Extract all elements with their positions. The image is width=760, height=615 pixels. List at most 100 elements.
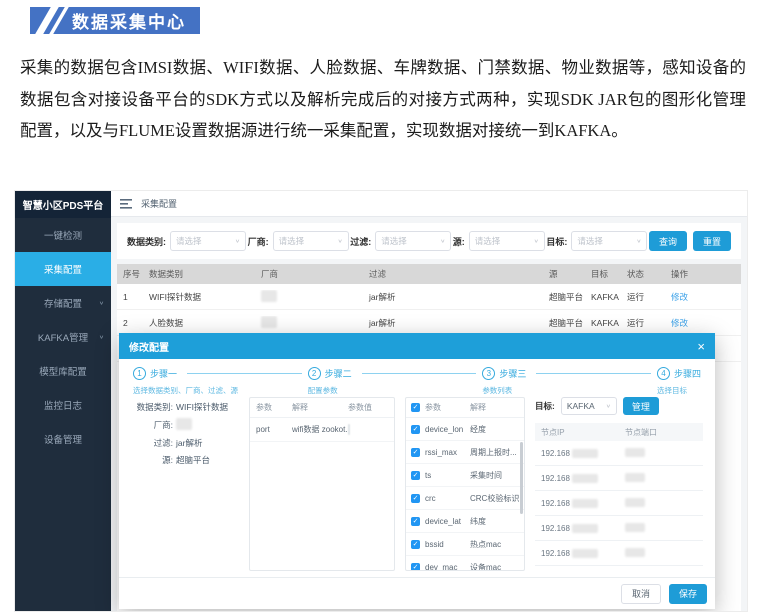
app-screenshot: 智慧小区PDS平台 一键检测 采集配置 存储配置∨ KAFKA管理∨ 模型库配置… [14, 190, 748, 612]
sidebar-item-kafka-manage[interactable]: KAFKA管理∨ [15, 320, 111, 354]
tab-collect-config[interactable]: 采集配置 [141, 197, 177, 210]
topbar: 采集配置 [111, 191, 747, 217]
step-indicator: 1 步骤一 选择数据类别、厂商、过滤、源 2 步骤二 配置参数 [119, 359, 715, 396]
chevron-down-icon: ∨ [235, 238, 240, 244]
step-4: 4 步骤四 选择目标 [657, 367, 701, 396]
step-number: 3 [482, 367, 495, 380]
checkbox[interactable]: ✓ [411, 517, 420, 526]
step-connector [536, 373, 651, 374]
params-panel: 参数 解释 参数值 port wifi数据 zookot... [249, 397, 395, 571]
save-button[interactable]: 保存 [669, 584, 707, 604]
node-table: 节点IP 节点端口 192.168 192.168 192.168 [535, 423, 703, 566]
checklist-row: ✓ crc CRC校验标识 [406, 487, 524, 510]
filter-source: 源: 请选择 ∨ [453, 231, 545, 251]
sidebar-item-one-key-check[interactable]: 一键检测 [15, 218, 111, 252]
checkbox[interactable]: ✓ [411, 448, 420, 457]
edit-link[interactable]: 修改 [665, 291, 741, 303]
manage-button[interactable]: 管理 [623, 397, 659, 415]
redacted-ip [572, 449, 598, 458]
filter-select[interactable]: 请选择 ∨ [375, 231, 451, 251]
node-row: 192.168 [535, 516, 703, 541]
checklist-row: ✓ bssid 热点mac [406, 533, 524, 556]
sidebar-brand: 智慧小区PDS平台 [15, 191, 111, 218]
chevron-down-icon: ∨ [440, 238, 445, 244]
param-row: port wifi数据 zookot... [250, 418, 394, 442]
sidebar-item-monitor-log[interactable]: 监控日志 [15, 388, 111, 422]
checkbox[interactable]: ✓ [411, 425, 420, 434]
source-select[interactable]: 请选择 ∨ [469, 231, 545, 251]
redacted-vendor [176, 418, 192, 430]
vendor-select[interactable]: 请选择 ∨ [273, 231, 349, 251]
category-select[interactable]: 请选择 ∨ [170, 231, 246, 251]
params-header: 参数 解释 参数值 [250, 398, 394, 418]
sidebar: 智慧小区PDS平台 一键检测 采集配置 存储配置∨ KAFKA管理∨ 模型库配置… [15, 191, 111, 611]
redacted-vendor [261, 290, 277, 302]
step-number: 2 [308, 367, 321, 380]
scrollbar-thumb[interactable] [520, 442, 523, 514]
table-row: 1 WIFI探针数据 jar解析 超脑平台 KAFKA 运行 修改 [117, 284, 741, 310]
chevron-down-icon: ∨ [337, 238, 342, 244]
checklist-header: ✓ 参数 解释 [406, 398, 524, 418]
checkbox[interactable]: ✓ [411, 540, 420, 549]
cancel-button[interactable]: 取消 [621, 584, 661, 604]
filter-filter: 过滤: 请选择 ∨ [350, 231, 451, 251]
chevron-down-icon: ∨ [99, 334, 104, 340]
section-banner: 数据采集中心 [30, 7, 200, 34]
edit-config-modal: 修改配置 × 1 步骤一 选择数据类别、厂商、过滤、源 2 步骤二 [119, 333, 715, 609]
query-button[interactable]: 查询 [649, 231, 687, 251]
sidebar-item-device-manage[interactable]: 设备管理 [15, 422, 111, 456]
checklist-row: ✓ dev_mac 设备mac [406, 556, 524, 571]
checklist-row: ✓ device_lat 纬度 [406, 510, 524, 533]
param-value-input[interactable] [348, 424, 350, 435]
redacted-port [625, 498, 645, 507]
reset-button[interactable]: 重置 [693, 231, 731, 251]
node-table-header: 节点IP 节点端口 [535, 423, 703, 441]
filter-actions: 查询 重置 [649, 231, 731, 251]
sidebar-item-collect-config[interactable]: 采集配置 [15, 252, 111, 286]
redacted-ip [572, 549, 598, 558]
modal-body: 数据类别:WIFI探针数据 厂商: 过滤:jar解析 源:超脑平台 参数 解释 … [119, 395, 715, 577]
node-row: 192.168 [535, 466, 703, 491]
step-connector [362, 373, 477, 374]
sidebar-item-storage-config[interactable]: 存储配置∨ [15, 286, 111, 320]
redacted-ip [572, 524, 598, 533]
checklist-row: ✓ rssi_max 周期上报时... [406, 441, 524, 464]
redacted-port [625, 473, 645, 482]
hamburger-icon[interactable] [120, 199, 132, 209]
node-row: 192.168 [535, 441, 703, 466]
filter-category: 数据类别: 请选择 ∨ [127, 231, 246, 251]
chevron-down-icon: ∨ [606, 403, 611, 409]
selection-summary: 数据类别:WIFI探针数据 厂商: 过滤:jar解析 源:超脑平台 [127, 401, 243, 471]
checkbox[interactable]: ✓ [411, 494, 420, 503]
filter-bar: 数据类别: 请选择 ∨ 厂商: 请选择 ∨ 过滤 [117, 223, 741, 259]
checkbox[interactable]: ✓ [411, 471, 420, 480]
node-row: 192.168 [535, 491, 703, 516]
checklist-row: ✓ device_lon 经度 [406, 418, 524, 441]
edit-link[interactable]: 修改 [665, 317, 741, 329]
select-all-checkbox[interactable]: ✓ [411, 403, 420, 412]
step-3: 3 步骤三 参数列表 [482, 367, 657, 396]
chevron-down-icon: ∨ [636, 238, 641, 244]
step-connector [187, 373, 302, 374]
step-2: 2 步骤二 配置参数 [308, 367, 483, 396]
redacted-ip [572, 499, 598, 508]
modal-header: 修改配置 × [119, 333, 715, 359]
checklist-row: ✓ ts 采集时间 [406, 464, 524, 487]
intro-paragraph: 采集的数据包含IMSI数据、WIFI数据、人脸数据、车牌数据、门禁数据、物业数据… [20, 52, 746, 147]
sidebar-item-model-config[interactable]: 模型库配置 [15, 354, 111, 388]
redacted-ip [572, 474, 598, 483]
checkbox[interactable]: ✓ [411, 563, 420, 572]
node-row: 192.168 [535, 541, 703, 566]
chevron-down-icon: ∨ [534, 238, 539, 244]
page-title: 数据采集中心 [72, 8, 186, 33]
target-panel: 目标: KAFKA ∨ 管理 节点IP 节点端口 192.16 [535, 397, 703, 571]
modal-target-select[interactable]: KAFKA ∨ [561, 397, 617, 415]
redacted-port [625, 548, 645, 557]
step-number: 1 [133, 367, 146, 380]
modal-title: 修改配置 [129, 339, 169, 354]
param-checklist-panel: ✓ 参数 解释 ✓ device_lon 经度 ✓ rssi_max 周期上报时… [405, 397, 525, 571]
step-1: 1 步骤一 选择数据类别、厂商、过滤、源 [133, 367, 308, 396]
filter-vendor: 厂商: 请选择 ∨ [248, 231, 349, 251]
close-icon[interactable]: × [697, 340, 705, 353]
target-select[interactable]: 请选择 ∨ [571, 231, 647, 251]
